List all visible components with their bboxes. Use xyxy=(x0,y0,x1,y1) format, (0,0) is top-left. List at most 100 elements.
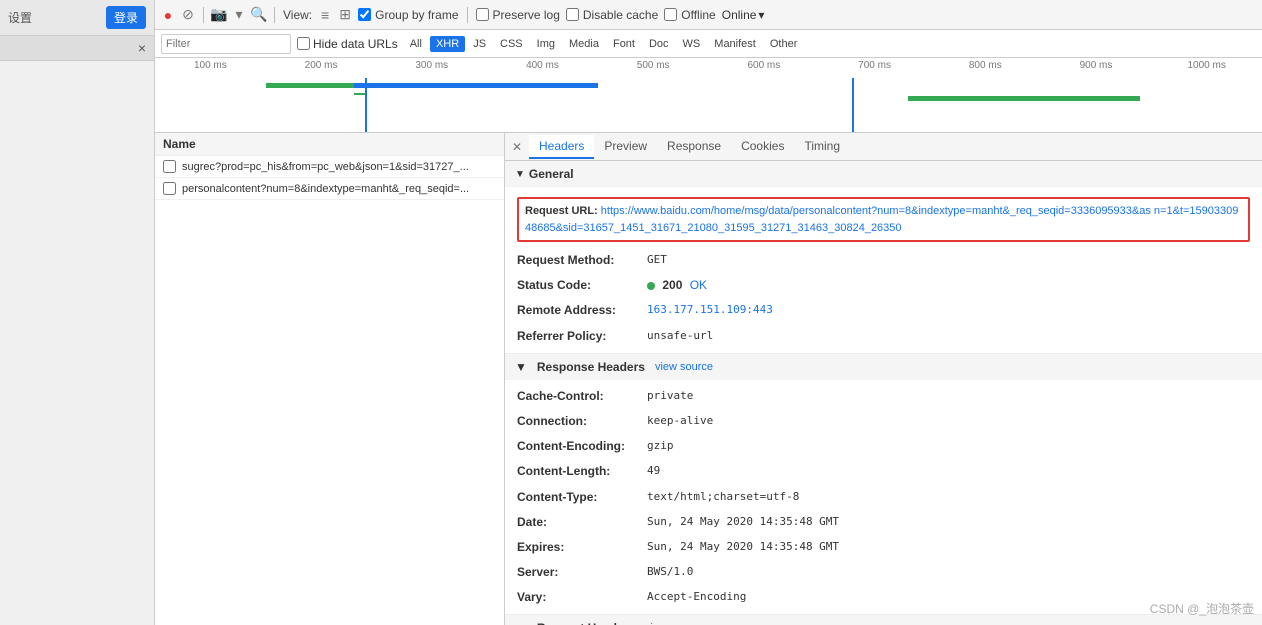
file-checkbox[interactable] xyxy=(163,160,176,173)
grid-view-icon[interactable]: ⊞ xyxy=(338,8,352,22)
response-header-row: Content-Length:49 xyxy=(505,459,1262,484)
file-name: personalcontent?num=8&indextype=manht&_r… xyxy=(182,183,469,195)
timeline-label: 100 ms xyxy=(155,60,266,71)
general-section-label: General xyxy=(529,167,574,181)
group-by-frame-checkbox[interactable] xyxy=(358,8,371,21)
response-header-label: Cache-Control: xyxy=(517,387,647,406)
status-code-ok: OK xyxy=(690,278,707,292)
filter-type-doc[interactable]: Doc xyxy=(643,36,675,52)
offline-checkbox[interactable] xyxy=(664,8,677,21)
filter-type-js[interactable]: JS xyxy=(467,36,492,52)
preserve-log-group: Preserve log xyxy=(476,8,560,22)
disable-cache-checkbox[interactable] xyxy=(566,8,579,21)
toolbar: ● ⊘ 📷 ▾ 🔍 View: ≡ ⊞ Group by frame Prese… xyxy=(155,0,1262,30)
sidebar-settings-label: 设置 xyxy=(8,9,32,26)
filter-type-media[interactable]: Media xyxy=(563,36,605,52)
view-label: View: xyxy=(283,8,312,22)
response-header-label: Server: xyxy=(517,563,647,582)
panel-close-icon[interactable]: ✕ xyxy=(509,139,525,155)
file-checkbox[interactable] xyxy=(163,182,176,195)
search-icon[interactable]: 🔍 xyxy=(252,8,266,22)
camera-icon[interactable]: 📷 xyxy=(212,8,226,22)
filter-type-manifest[interactable]: Manifest xyxy=(708,36,762,52)
response-header-value: Sun, 24 May 2020 14:35:48 GMT xyxy=(647,538,839,557)
timeline-bar-3 xyxy=(908,96,1140,101)
request-method-row: Request Method: GET xyxy=(505,248,1262,273)
response-header-value: 49 xyxy=(647,462,660,481)
response-header-value: BWS/1.0 xyxy=(647,563,693,582)
filter-type-font[interactable]: Font xyxy=(607,36,641,52)
response-header-row: Content-Encoding:gzip xyxy=(505,434,1262,459)
response-headers-label: Response Headers xyxy=(537,360,645,374)
panel-tab-response[interactable]: Response xyxy=(657,135,731,159)
response-headers-header[interactable]: ▼ Response Headers view source xyxy=(505,354,1262,380)
remote-address-value: 163.177.151.109:443 xyxy=(647,301,773,320)
login-button[interactable]: 登录 xyxy=(106,6,146,29)
file-list-item[interactable]: sugrec?prod=pc_his&from=pc_web&json=1&si… xyxy=(155,156,504,178)
request-headers-header[interactable]: ▼ Request Headers view source xyxy=(505,615,1262,625)
file-list-item[interactable]: personalcontent?num=8&indextype=manht&_r… xyxy=(155,178,504,200)
filter-type-ws[interactable]: WS xyxy=(677,36,707,52)
response-headers-view-source[interactable]: view source xyxy=(655,361,713,373)
remote-address-row: Remote Address: 163.177.151.109:443 xyxy=(505,298,1262,323)
response-header-label: Expires: xyxy=(517,538,647,557)
close-icon[interactable]: × xyxy=(138,40,146,56)
response-header-row: Date:Sun, 24 May 2020 14:35:48 GMT xyxy=(505,510,1262,535)
timeline-label: 600 ms xyxy=(709,60,820,71)
hide-data-urls-checkbox[interactable] xyxy=(297,37,310,50)
filter-type-css[interactable]: CSS xyxy=(494,36,529,52)
panel-tab-cookies[interactable]: Cookies xyxy=(731,135,794,159)
watermark: CSDN @_泡泡茶壶 xyxy=(1150,600,1254,617)
remote-address-label: Remote Address: xyxy=(517,301,647,320)
referrer-policy-row: Referrer Policy: unsafe-url xyxy=(505,324,1262,349)
referrer-policy-value: unsafe-url xyxy=(647,327,713,346)
filter-type-img[interactable]: Img xyxy=(531,36,561,52)
online-dropdown[interactable]: Online ▾ xyxy=(722,8,765,22)
preserve-log-checkbox[interactable] xyxy=(476,8,489,21)
list-view-icon[interactable]: ≡ xyxy=(318,8,332,22)
response-header-value: private xyxy=(647,387,693,406)
file-list-header: Name xyxy=(155,133,504,156)
response-header-label: Connection: xyxy=(517,412,647,431)
stop-icon[interactable]: ⊘ xyxy=(181,8,195,22)
group-by-frame-group: Group by frame xyxy=(358,8,458,22)
response-header-label: Content-Encoding: xyxy=(517,437,647,456)
response-headers-arrow-icon: ▼ xyxy=(515,360,527,374)
filter-icon[interactable]: ▾ xyxy=(232,8,246,22)
general-arrow-icon: ▼ xyxy=(515,169,525,180)
response-header-row: Expires:Sun, 24 May 2020 14:35:48 GMT xyxy=(505,535,1262,560)
response-headers-section: ▼ Response Headers view source Cache-Con… xyxy=(505,354,1262,616)
request-headers-label: Request Headers xyxy=(537,621,635,625)
filter-types: AllXHRJSCSSImgMediaFontDocWSManifestOthe… xyxy=(404,36,804,52)
timeline-label: 900 ms xyxy=(1041,60,1152,71)
response-header-row: Content-Type:text/html;charset=utf-8 xyxy=(505,485,1262,510)
file-list-items: sugrec?prod=pc_his&from=pc_web&json=1&si… xyxy=(155,156,504,200)
filter-input[interactable] xyxy=(161,34,291,54)
response-header-label: Vary: xyxy=(517,588,647,607)
filter-type-xhr[interactable]: XHR xyxy=(430,36,465,52)
response-header-value: Accept-Encoding xyxy=(647,588,746,607)
timeline-line-1 xyxy=(354,93,365,95)
panel-tab-headers[interactable]: Headers xyxy=(529,135,594,159)
toolbar-separator-2 xyxy=(274,7,275,23)
filter-type-all[interactable]: All xyxy=(404,36,428,52)
request-method-value: GET xyxy=(647,251,667,270)
general-section-header[interactable]: ▼ General xyxy=(505,161,1262,187)
response-header-row: Connection:keep-alive xyxy=(505,409,1262,434)
response-header-value: Sun, 24 May 2020 14:35:48 GMT xyxy=(647,513,839,532)
record-icon[interactable]: ● xyxy=(161,8,175,22)
status-code-value: 200 OK xyxy=(647,276,707,295)
response-header-value: gzip xyxy=(647,437,674,456)
toolbar-separator-3 xyxy=(467,7,468,23)
response-header-label: Content-Type: xyxy=(517,488,647,507)
panel-tabs-container: HeadersPreviewResponseCookiesTiming xyxy=(529,135,850,159)
timeline-label: 1000 ms xyxy=(1151,60,1262,71)
panel-tab-preview[interactable]: Preview xyxy=(594,135,657,159)
filter-type-other[interactable]: Other xyxy=(764,36,804,52)
sidebar-close-row[interactable]: × xyxy=(0,36,154,61)
timeline-label: 800 ms xyxy=(930,60,1041,71)
referrer-policy-label: Referrer Policy: xyxy=(517,327,647,346)
timeline-label: 300 ms xyxy=(376,60,487,71)
filter-bar: Hide data URLs AllXHRJSCSSImgMediaFontDo… xyxy=(155,30,1262,58)
panel-tab-timing[interactable]: Timing xyxy=(794,135,850,159)
